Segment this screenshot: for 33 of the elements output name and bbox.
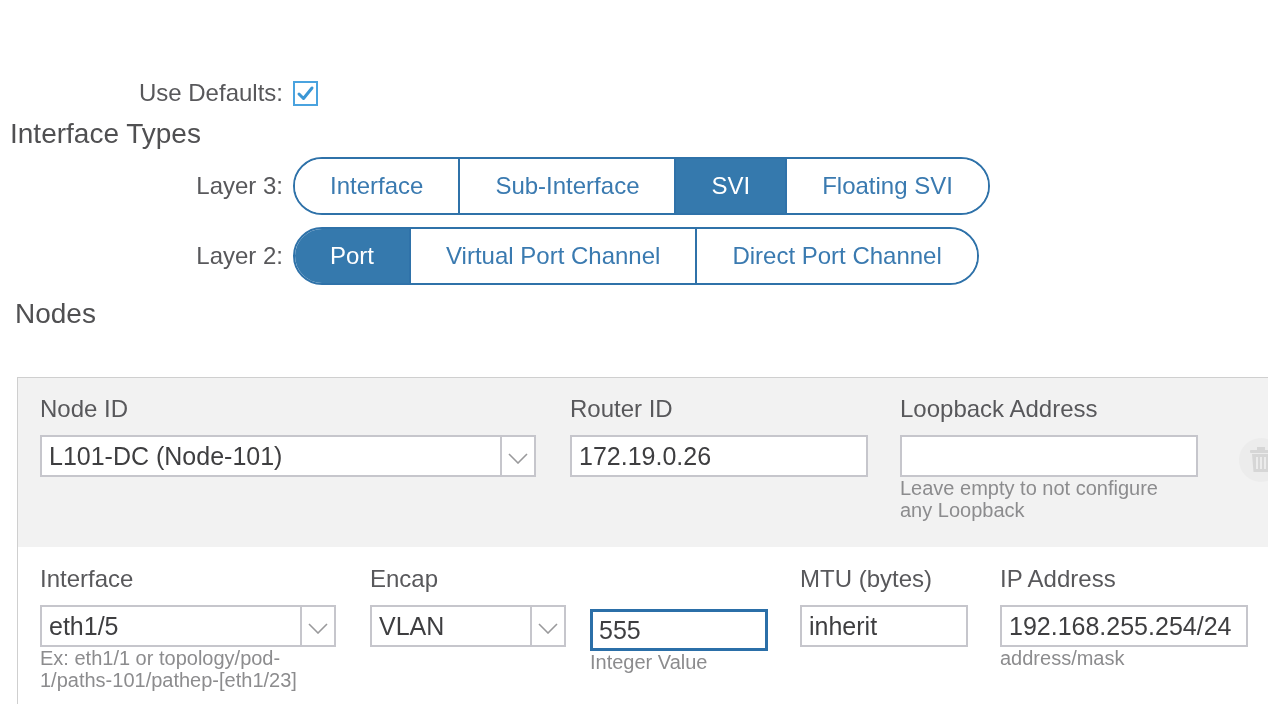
- input-field[interactable]: 172.19.0.26: [570, 435, 868, 477]
- field-hint: Ex: eth1/1 or topology/pod-1/paths-101/pathep-[eth1/23]: [40, 647, 298, 691]
- field-hint: Integer Value: [590, 651, 709, 673]
- field-hint: address/mask: [1000, 647, 1126, 669]
- section-heading: Interface Types: [10, 117, 201, 151]
- interface-type-tab[interactable]: Port: [295, 229, 409, 283]
- chevron-down-icon: [538, 622, 558, 634]
- select-field[interactable]: VLAN: [370, 605, 566, 647]
- field-label: Interface: [40, 565, 135, 593]
- field-label: MTU (bytes): [800, 565, 933, 593]
- interface-type-tab[interactable]: SVI: [674, 159, 786, 213]
- interface-type-tab[interactable]: Floating SVI: [785, 159, 988, 213]
- checkbox[interactable]: [293, 80, 318, 106]
- field-label: Encap: [370, 565, 440, 593]
- field-label: Node ID: [40, 395, 130, 423]
- select-field[interactable]: L101-DC (Node-101): [40, 435, 536, 477]
- trash-icon[interactable]: [1239, 438, 1268, 482]
- section-heading: Nodes: [15, 297, 96, 331]
- field-label: Loopback Address: [900, 395, 1099, 423]
- input-field[interactable]: inherit: [800, 605, 968, 647]
- layer-label: Layer 2:: [196, 242, 283, 270]
- input-field[interactable]: 192.168.255.254/24: [1000, 605, 1248, 647]
- input-field[interactable]: 555: [590, 609, 768, 651]
- field-hint: Leave empty to not configure any Loopback: [900, 477, 1159, 521]
- use-defaults-label: Use Defaults:: [138, 79, 283, 107]
- interface-type-tab[interactable]: Direct Port Channel: [695, 229, 977, 283]
- layer-label: Layer 3:: [196, 172, 283, 200]
- input-field[interactable]: [900, 435, 1198, 477]
- field-label: IP Address: [1000, 565, 1117, 593]
- chevron-down-icon: [508, 452, 528, 464]
- select-field[interactable]: eth1/5: [40, 605, 336, 647]
- chevron-down-icon: [308, 622, 328, 634]
- field-label: Router ID: [570, 395, 674, 423]
